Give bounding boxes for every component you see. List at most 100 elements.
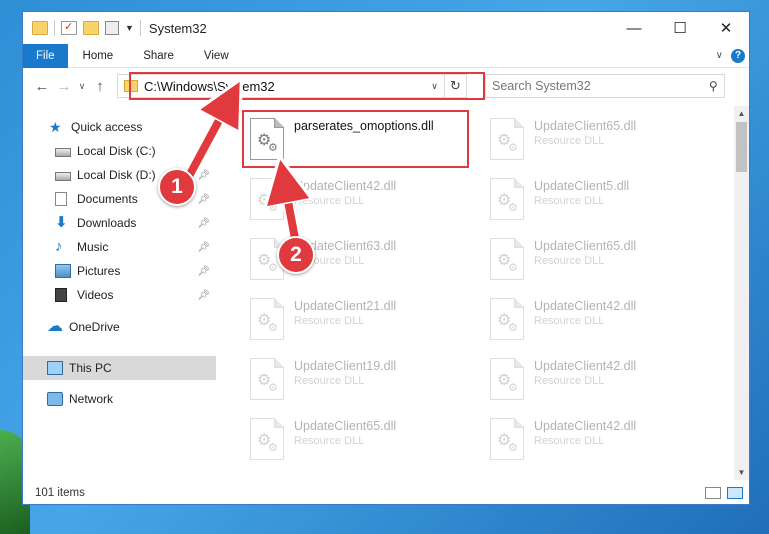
dll-file-icon: ⚙ ⚙ xyxy=(250,118,284,160)
file-type: Resource DLL xyxy=(534,315,605,327)
maximize-button[interactable]: ☐ xyxy=(657,12,703,44)
gear-icon: ⚙ xyxy=(508,382,518,394)
music-icon: ♪ xyxy=(55,238,63,255)
pin-icon[interactable]: 📌︎ xyxy=(197,290,210,301)
customize-toolbar-dropdown[interactable]: ▼ xyxy=(125,23,134,33)
sidebar-item-videos[interactable]: Videos 📌︎ xyxy=(23,284,216,306)
gear-icon: ⚙ xyxy=(268,202,278,214)
toolbar-divider xyxy=(54,20,55,36)
sidebar-item-network[interactable]: Network xyxy=(23,388,216,410)
network-icon xyxy=(47,392,63,406)
properties-check-icon[interactable] xyxy=(61,20,77,35)
up-arrow-icon[interactable]: ↑ xyxy=(89,78,111,95)
gear-icon: ⚙ xyxy=(268,442,278,454)
sidebar-item-this-pc[interactable]: This PC xyxy=(23,356,216,380)
address-path[interactable]: C:\Windows\System32 xyxy=(144,79,275,94)
tab-home[interactable]: Home xyxy=(68,44,129,68)
address-bar[interactable]: C:\Windows\System32 ∨ ↻ xyxy=(117,74,467,98)
gear-icon: ⚙ xyxy=(268,382,278,394)
sidebar-item-label: Local Disk (D:) xyxy=(77,168,156,182)
sidebar-item-pictures[interactable]: Pictures 📌︎ xyxy=(23,260,216,282)
details-view-icon[interactable] xyxy=(705,487,721,499)
file-name: UpdateClient5.dll xyxy=(534,179,630,193)
pin-icon[interactable]: 📌︎ xyxy=(197,170,210,181)
gear-icon: ⚙ xyxy=(268,322,278,334)
expand-ribbon-chevron-icon[interactable]: ∨ xyxy=(716,50,723,61)
gear-icon: ⚙ xyxy=(508,442,518,454)
gear-icon: ⚙ xyxy=(508,202,518,214)
file-type: Resource DLL xyxy=(534,375,605,387)
file-item[interactable]: ⚙ ⚙ UpdateClient65.dll Resource DLL xyxy=(484,232,714,292)
close-button[interactable]: ✕ xyxy=(703,12,749,44)
tab-file[interactable]: File xyxy=(23,43,68,68)
window-controls: — ☐ ✕ xyxy=(611,12,749,44)
properties-icon[interactable] xyxy=(105,21,119,35)
file-name: UpdateClient42.dll xyxy=(294,179,397,193)
file-type: Resource DLL xyxy=(294,195,365,207)
dll-file-icon: ⚙ ⚙ xyxy=(490,358,524,400)
sidebar-item-onedrive[interactable]: ☁ OneDrive xyxy=(23,316,216,338)
file-item[interactable]: ⚙ ⚙ UpdateClient19.dll Resource DLL xyxy=(244,352,474,412)
large-icons-view-icon[interactable] xyxy=(727,487,743,499)
sidebar-item-music[interactable]: ♪ Music 📌︎ xyxy=(23,236,216,258)
back-arrow-icon[interactable]: ← xyxy=(31,78,53,95)
title-bar: ▼ System32 — ☐ ✕ xyxy=(23,12,749,44)
refresh-icon[interactable]: ↻ xyxy=(444,75,466,97)
search-input[interactable] xyxy=(492,79,692,93)
file-name: UpdateClient19.dll xyxy=(294,359,397,373)
address-dropdown-chevron-icon[interactable]: ∨ xyxy=(424,80,444,92)
search-box[interactable]: ⚲ xyxy=(485,74,725,98)
file-item[interactable]: ⚙ ⚙ UpdateClient65.dll Resource DLL xyxy=(484,112,714,172)
explorer-window: ▼ System32 — ☐ ✕ File Home Share View ∨ … xyxy=(22,11,750,505)
file-item-parserates[interactable]: ⚙ ⚙ parserates_omoptions.dll xyxy=(244,112,474,172)
help-icon[interactable]: ? xyxy=(731,48,745,63)
new-folder-icon[interactable] xyxy=(83,21,99,35)
dll-file-icon: ⚙ ⚙ xyxy=(250,178,284,220)
file-name: parserates_omoptions.dll xyxy=(294,119,434,133)
sidebar-item-quick-access[interactable]: ★ Quick access xyxy=(23,116,216,138)
dll-file-icon: ⚙ ⚙ xyxy=(250,418,284,460)
file-item[interactable]: ⚙ ⚙ UpdateClient65.dll Resource DLL xyxy=(244,412,474,472)
scrollbar-thumb[interactable] xyxy=(736,122,747,172)
pictures-icon xyxy=(55,264,71,278)
minimize-button[interactable]: — xyxy=(611,12,657,44)
pin-icon[interactable]: 📌︎ xyxy=(197,194,210,205)
file-item[interactable]: ⚙ ⚙ UpdateClient42.dll Resource DLL xyxy=(484,292,714,352)
search-icon[interactable]: ⚲ xyxy=(709,79,718,93)
sidebar-item-downloads[interactable]: ⬇ Downloads 📌︎ xyxy=(23,212,216,234)
ribbon-tabs: File Home Share View ∨ ? xyxy=(23,43,749,68)
sidebar-item-label: OneDrive xyxy=(69,320,120,334)
file-name: UpdateClient42.dll xyxy=(534,299,637,313)
tab-view[interactable]: View xyxy=(189,44,244,68)
step-2-badge: 2 xyxy=(277,236,315,274)
file-item[interactable]: ⚙ ⚙ UpdateClient42.dll Resource DLL xyxy=(484,412,714,472)
dll-file-icon: ⚙ ⚙ xyxy=(490,118,524,160)
sidebar-item-local-disk-c[interactable]: Local Disk (C:) 📌︎ xyxy=(23,140,216,162)
vertical-scrollbar[interactable]: ▲ ▼ xyxy=(734,106,749,480)
file-item[interactable]: ⚙ ⚙ UpdateClient42.dll Resource DLL xyxy=(484,352,714,412)
sidebar-item-label: Network xyxy=(69,392,114,406)
file-item[interactable]: ⚙ ⚙ UpdateClient42.dll Resource DLL xyxy=(244,172,474,232)
file-item[interactable]: ⚙ ⚙ UpdateClient5.dll Resource DLL xyxy=(484,172,714,232)
star-icon: ★ xyxy=(49,119,62,135)
scroll-up-arrow-icon[interactable]: ▲ xyxy=(734,106,749,121)
pin-icon[interactable]: 📌︎ xyxy=(197,218,210,229)
file-type: Resource DLL xyxy=(534,135,605,147)
videos-icon xyxy=(55,288,67,302)
view-toggle-group xyxy=(705,487,749,499)
window-title: System32 xyxy=(148,20,207,36)
scroll-down-arrow-icon[interactable]: ▼ xyxy=(734,465,749,480)
recent-locations-chevron-icon[interactable]: ∨ xyxy=(75,81,89,92)
sidebar-item-label: Documents xyxy=(77,192,138,206)
toolbar-divider xyxy=(139,20,141,36)
forward-arrow-icon[interactable]: → xyxy=(53,78,75,95)
pin-icon[interactable]: 📌︎ xyxy=(197,266,210,277)
pin-icon[interactable]: 📌︎ xyxy=(197,242,210,253)
tab-share[interactable]: Share xyxy=(128,44,189,68)
dll-file-icon: ⚙ ⚙ xyxy=(490,238,524,280)
file-item[interactable]: ⚙ ⚙ UpdateClient21.dll Resource DLL xyxy=(244,292,474,352)
dll-file-icon: ⚙ ⚙ xyxy=(490,178,524,220)
item-count: 101 items xyxy=(35,487,85,499)
pin-icon[interactable]: 📌︎ xyxy=(197,146,210,157)
gear-icon: ⚙ xyxy=(268,262,278,274)
